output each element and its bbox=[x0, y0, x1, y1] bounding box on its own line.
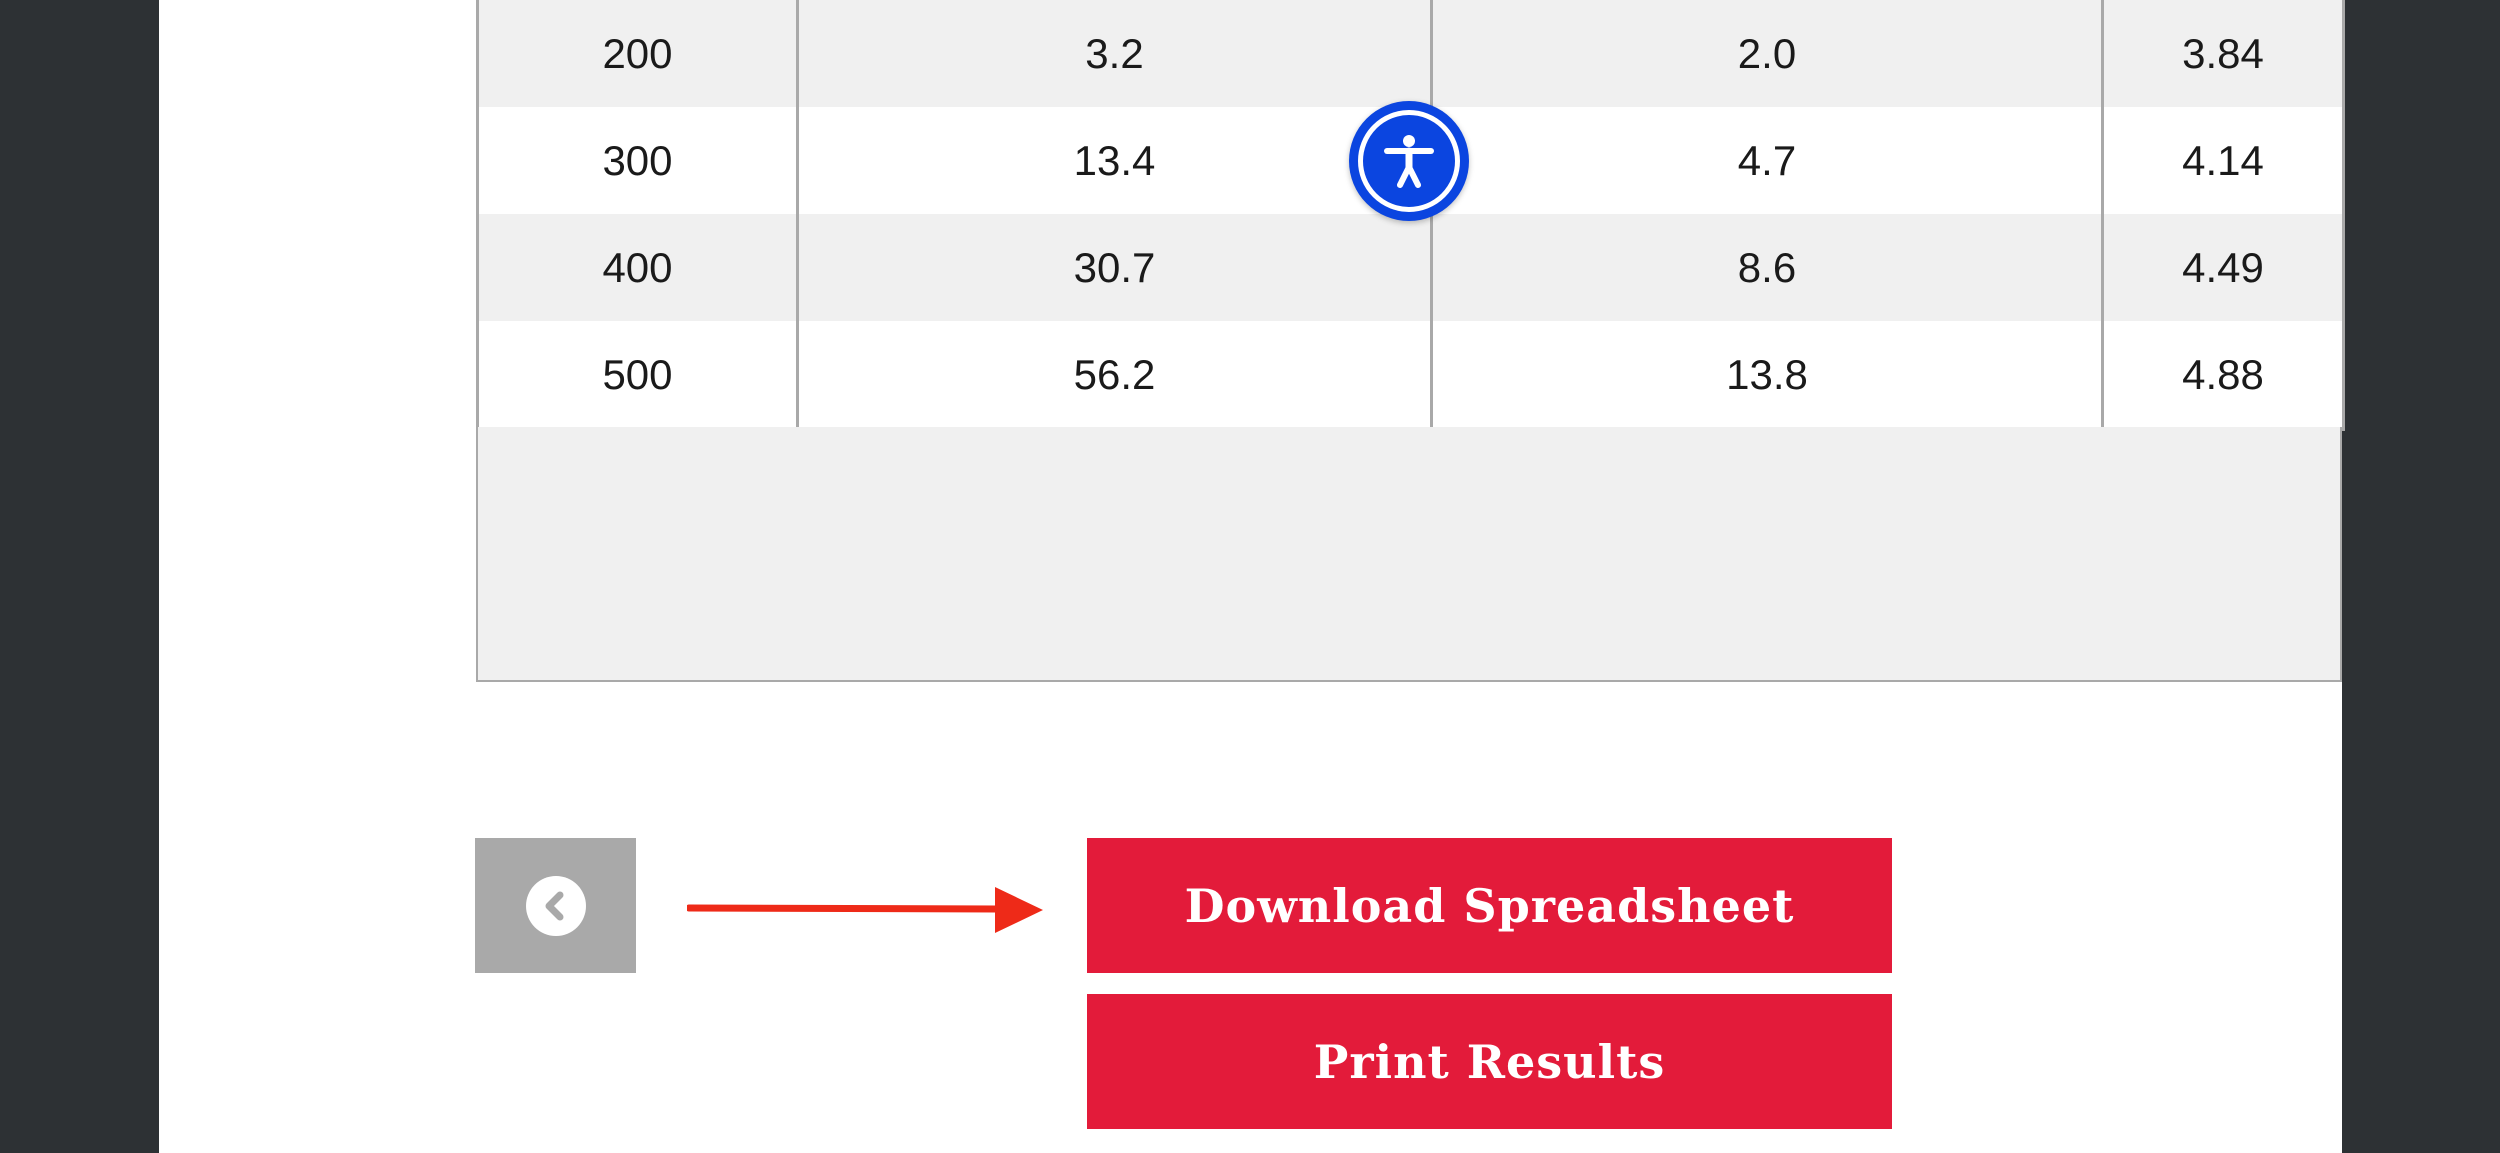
table-row: 400 30.7 8.6 4.49 bbox=[476, 214, 2345, 321]
table-cell: 3.2 bbox=[796, 0, 1432, 107]
chevron-left-icon bbox=[545, 891, 563, 920]
table-cell: 13.4 bbox=[796, 107, 1432, 214]
table-row: 200 3.2 2.0 3.84 bbox=[476, 0, 2345, 107]
back-circle bbox=[525, 875, 586, 936]
table-cell: 300 bbox=[476, 107, 798, 214]
table-footer-panel bbox=[476, 427, 2342, 682]
table-cell: 4.88 bbox=[2101, 321, 2345, 431]
table-cell: 8.6 bbox=[1430, 214, 2103, 321]
table-cell: 4.14 bbox=[2101, 107, 2345, 214]
table-cell: 200 bbox=[476, 0, 798, 107]
table-cell: 4.7 bbox=[1430, 107, 2103, 214]
table-cell: 400 bbox=[476, 214, 798, 321]
table-row: 500 56.2 13.8 4.88 bbox=[476, 321, 2345, 431]
table-cell: 13.8 bbox=[1430, 321, 2103, 431]
table-cell: 30.7 bbox=[796, 214, 1432, 321]
table-cell: 56.2 bbox=[796, 321, 1432, 431]
print-results-button[interactable]: Print Results bbox=[1087, 994, 1892, 1129]
accessibility-person-icon bbox=[1384, 135, 1434, 188]
table-cell: 3.84 bbox=[2101, 0, 2345, 107]
accessibility-ring bbox=[1358, 110, 1460, 212]
page-content: 200 3.2 2.0 3.84 300 13.4 4.7 4.14 400 3… bbox=[159, 0, 2345, 1153]
accessibility-button[interactable] bbox=[1349, 101, 1469, 221]
table-cell: 4.49 bbox=[2101, 214, 2345, 321]
back-button[interactable] bbox=[475, 838, 636, 973]
table-cell: 500 bbox=[476, 321, 798, 431]
download-spreadsheet-button[interactable]: Download Spreadsheet bbox=[1087, 838, 1892, 973]
table-cell: 2.0 bbox=[1430, 0, 2103, 107]
annotation-arrow bbox=[687, 887, 1043, 933]
